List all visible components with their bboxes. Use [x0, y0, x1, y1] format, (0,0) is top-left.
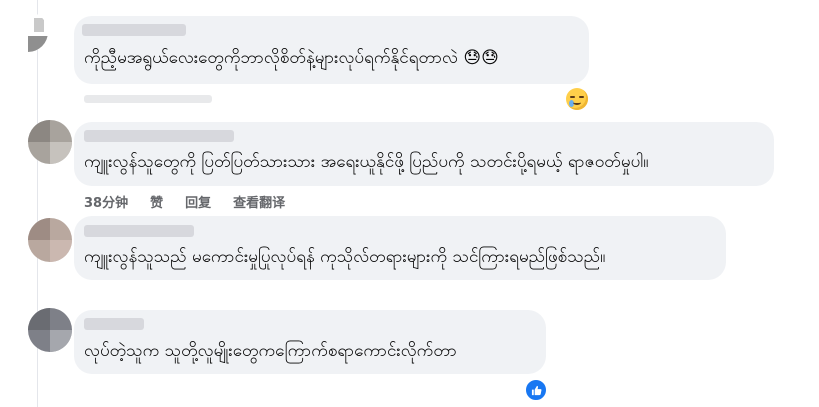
like-icon[interactable] [524, 378, 548, 402]
commenter-name[interactable] [84, 318, 144, 330]
avatar[interactable] [28, 308, 72, 352]
see-translation-button[interactable]: 查看翻译 [233, 192, 285, 211]
like-button[interactable]: 赞 [150, 192, 163, 211]
actions-blur [84, 95, 212, 103]
comment-actions: 38分钟 赞 回复 查看翻译 [84, 192, 307, 211]
avatar[interactable] [28, 218, 72, 262]
comment-text: ကိုညီ့မအရွယ်လေးတွေကိုဘာလိုစိတ်နဲ့များလုပ… [84, 48, 499, 68]
comment-text: ကျူးလွန်သူသည် မကောင်းမှုပြုလုပ်ရန် ကုသို… [84, 247, 606, 267]
comment-text: လုပ်တဲ့သူက သူတို့လူမျိုးတွေကကြောက်စရာကော… [84, 341, 457, 361]
avatar[interactable] [28, 120, 72, 164]
avatar[interactable] [8, 12, 48, 52]
crying-face-icon[interactable] [566, 88, 588, 110]
commenter-name[interactable] [82, 24, 186, 36]
comment-text: ကျူးလွန်သူတွေကို ပြတ်ပြတ်သားသား အရေးယူနိ… [84, 152, 649, 172]
commenter-name[interactable] [84, 225, 194, 237]
thumbs-up-icon [531, 385, 541, 395]
timestamp[interactable]: 38分钟 [84, 192, 128, 211]
commenter-name[interactable] [84, 130, 234, 142]
reply-button[interactable]: 回复 [185, 192, 211, 211]
